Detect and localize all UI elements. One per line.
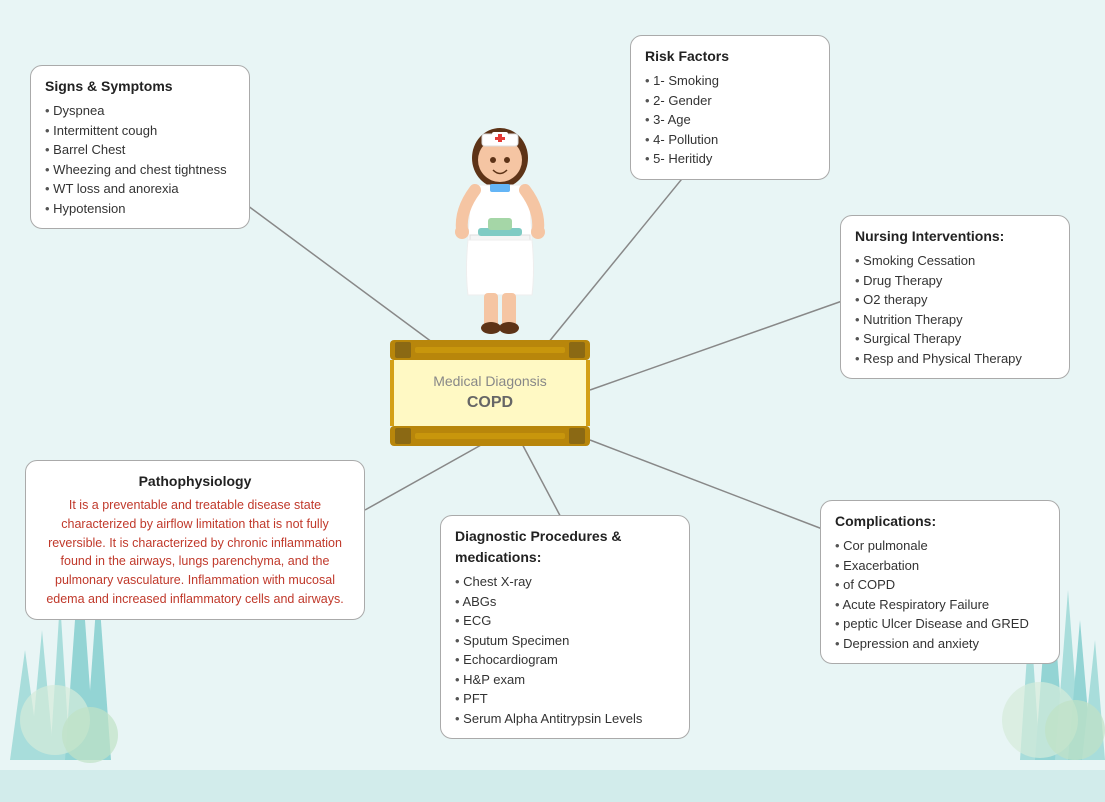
list-item: Surgical Therapy: [855, 329, 1055, 349]
list-item: Chest X-ray: [455, 572, 675, 592]
list-item: ABGs: [455, 592, 675, 612]
list-item: of COPD: [835, 575, 1045, 595]
nursing-title: Nursing Interventions:: [855, 226, 1055, 247]
list-item: Barrel Chest: [45, 140, 235, 160]
list-item: Resp and Physical Therapy: [855, 349, 1055, 369]
list-item: Smoking Cessation: [855, 251, 1055, 271]
list-item: Acute Respiratory Failure: [835, 595, 1045, 615]
diagnostic-box: Diagnostic Procedures & medications: Che…: [440, 515, 690, 739]
list-item: 2- Gender: [645, 91, 815, 111]
risk-title: Risk Factors: [645, 46, 815, 67]
signs-symptoms-box: Signs & Symptoms Dyspnea Intermittent co…: [30, 65, 250, 229]
signs-list: Dyspnea Intermittent cough Barrel Chest …: [45, 101, 235, 218]
list-item: Cor pulmonale: [835, 536, 1045, 556]
list-item: Depression and anxiety: [835, 634, 1045, 654]
comp-title: Complications:: [835, 511, 1045, 532]
list-item: 5- Heritidy: [645, 149, 815, 169]
list-item: Drug Therapy: [855, 271, 1055, 291]
center-title-line1: Medical Diagonsis: [404, 372, 576, 392]
signs-title: Signs & Symptoms: [45, 76, 235, 97]
list-item: Dyspnea: [45, 101, 235, 121]
list-item: PFT: [455, 689, 675, 709]
list-item: 3- Age: [645, 110, 815, 130]
list-item: Hypotension: [45, 199, 235, 219]
list-item: WT loss and anorexia: [45, 179, 235, 199]
list-item: O2 therapy: [855, 290, 1055, 310]
list-item: 1- Smoking: [645, 71, 815, 91]
list-item: Sputum Specimen: [455, 631, 675, 651]
list-item: Exacerbation: [835, 556, 1045, 576]
nursing-list: Smoking Cessation Drug Therapy O2 therap…: [855, 251, 1055, 368]
risk-factors-box: Risk Factors 1- Smoking 2- Gender 3- Age…: [630, 35, 830, 180]
scroll-bottom-roll: [390, 426, 590, 446]
pathophysiology-box: Pathophysiology It is a preventable and …: [25, 460, 365, 620]
patho-title: Pathophysiology: [40, 471, 350, 492]
list-item: Echocardiogram: [455, 650, 675, 670]
list-item: H&P exam: [455, 670, 675, 690]
nursing-interventions-box: Nursing Interventions: Smoking Cessation…: [840, 215, 1070, 379]
list-item: ECG: [455, 611, 675, 631]
nurse-figure: [440, 110, 560, 340]
list-item: Intermittent cough: [45, 121, 235, 141]
comp-list: Cor pulmonale Exacerbation of COPD Acute…: [835, 536, 1045, 653]
scroll-top-roll: [390, 340, 590, 360]
center-banner: Medical Diagonsis COPD: [390, 340, 590, 446]
complications-box: Complications: Cor pulmonale Exacerbatio…: [820, 500, 1060, 664]
list-item: Serum Alpha Antitrypsin Levels: [455, 709, 675, 729]
list-item: 4- Pollution: [645, 130, 815, 150]
list-item: peptic Ulcer Disease and GRED: [835, 614, 1045, 634]
list-item: Nutrition Therapy: [855, 310, 1055, 330]
patho-text: It is a preventable and treatable diseas…: [40, 496, 350, 609]
diag-title: Diagnostic Procedures & medications:: [455, 526, 675, 568]
risk-list: 1- Smoking 2- Gender 3- Age 4- Pollution…: [645, 71, 815, 169]
diag-list: Chest X-ray ABGs ECG Sputum Specimen Ech…: [455, 572, 675, 728]
center-title-line2: COPD: [404, 392, 576, 414]
list-item: Wheezing and chest tightness: [45, 160, 235, 180]
